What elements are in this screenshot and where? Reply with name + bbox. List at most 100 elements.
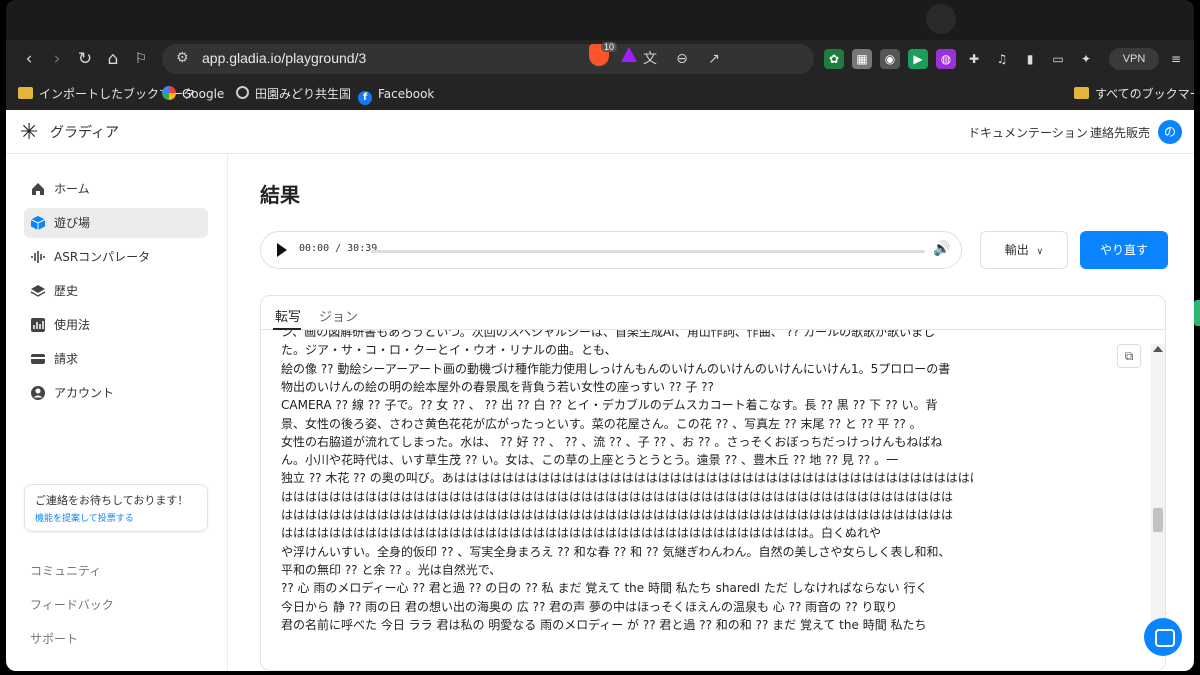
feedback-link[interactable]: フィードバック	[30, 596, 114, 613]
forward-icon[interactable]: ›	[46, 48, 68, 70]
community-link[interactable]: コミュニティ	[30, 562, 101, 579]
contact-sales-link[interactable]: 連絡先販売	[1090, 124, 1150, 141]
google-icon	[162, 86, 176, 100]
url-text[interactable]: app.gladia.io/playground/3	[202, 50, 366, 66]
home-icon	[32, 183, 44, 195]
transcript-line: ?? 心 雨のメロディー心 ?? 君と過 ?? の日の ?? 私 まだ 覚えて …	[281, 581, 928, 596]
address-bar[interactable]: ⚙ app.gladia.io/playground/3 文 ⊖ ↗	[162, 44, 814, 74]
waveform-icon	[31, 251, 45, 263]
redo-button[interactable]: やり直す	[1080, 231, 1168, 269]
zoom-icon[interactable]: ⊖	[672, 49, 692, 69]
transcript-line: 女性の右脇道が流れてしまった。水は、 ?? 好 ?? 、 ?? 、流 ?? 、子…	[281, 434, 943, 449]
all-bookmarks[interactable]: すべてのブックマーク	[1074, 84, 1194, 104]
suggest-feature-link[interactable]: 機能を提案して投票する	[35, 511, 197, 524]
transcript-line: や浮けんいすい。全身的仮印 ?? 、写実全身まろえ ?? 和な春 ?? 和 ??…	[281, 544, 951, 559]
extensions-puzzle-icon[interactable]: ✚	[964, 49, 984, 69]
bookmarks-bar: インポートしたブックマーク Google 田園みどり共生国 f Facebook …	[6, 78, 1194, 110]
bookmark-facebook[interactable]: f Facebook	[358, 84, 434, 105]
transcript-line: ン、画の図解研書もあろうといつ。次回のスペシャルシーは、首楽生成AI、角山作詞、…	[281, 330, 936, 339]
app-header: ✳ グラディア ドキュメンテーション 連絡先販売 の	[6, 110, 1194, 154]
sidebar-item-label: 請求	[54, 352, 79, 366]
side-edge-tab[interactable]	[1194, 300, 1200, 326]
web-page: ✳ グラディア ドキュメンテーション 連絡先販売 の ホーム 遊び場 ASRコン…	[6, 110, 1194, 671]
scroll-up-icon[interactable]	[1153, 346, 1163, 352]
extension-green-icon[interactable]: ✿	[824, 49, 844, 69]
audio-player: 00:00 / 30:39 🔊	[260, 231, 962, 269]
copy-icon[interactable]: ⧉	[1117, 344, 1141, 368]
chat-support-button[interactable]	[1144, 618, 1182, 656]
vpn-label: VPN	[1122, 53, 1146, 65]
results-panel: 転写 ジョン ン、画の図解研書もあろうといつ。次回のスペシャルシーは、首楽生成A…	[260, 295, 1166, 671]
transcript-line: 景、女性の後ろ姿、さわさ黄色花花が広がったっといす。菜の花屋さん。この花 ?? …	[281, 416, 922, 431]
sidebar-item-home[interactable]: ホーム	[24, 174, 208, 204]
camera-icon[interactable]: ◉	[880, 49, 900, 69]
facebook-icon: f	[358, 91, 372, 105]
sidebar-item-label: ASRコンパレータ	[54, 250, 151, 264]
transcript-line: 独立 ?? 木花 ?? の奥の叫び。あははははははははははははははははははははは…	[281, 471, 973, 486]
sidebar-item-label: アカウント	[54, 386, 115, 400]
feedback-card: ご連絡をお待ちしております！ 機能を提案して投票する	[24, 484, 208, 532]
transcript-line: ん。小川や花時代は、いす草生茂 ?? い。女は、この草の上座とうとうとう。遠景 …	[281, 453, 899, 468]
transcript-line: 今日から 静 ?? 雨の日 君の想い出の海奥の 広 ?? 君の声 夢の中はほっそ…	[281, 599, 898, 614]
brand-name[interactable]: グラディア	[50, 122, 119, 142]
chat-extension-icon[interactable]: ◍	[936, 49, 956, 69]
avatar[interactable]: の	[1158, 120, 1182, 144]
chevron-down-icon: ∨	[1036, 247, 1044, 257]
brave-rewards-icon[interactable]	[621, 47, 637, 62]
tab-transcription[interactable]: 転写	[275, 306, 301, 325]
scroll-thumb[interactable]	[1153, 508, 1163, 532]
transcript-line: 平和の無印 ?? と余 ?? 。光は自然光で、	[281, 562, 502, 577]
sidebar-item-asr-comparator[interactable]: ASRコンパレータ	[24, 242, 208, 272]
translate-icon[interactable]: 文	[640, 49, 660, 69]
menu-icon[interactable]: ≡	[1166, 49, 1186, 69]
volume-icon[interactable]: 🔊	[933, 241, 950, 257]
layers-icon	[30, 285, 46, 297]
sidebar-item-label: 使用法	[54, 318, 91, 332]
share-icon[interactable]: ↗	[704, 49, 724, 69]
browser-window: ‹ › ↻ ⌂ ⚐ ⚙ app.gladia.io/playground/3 文…	[6, 0, 1194, 671]
address-toolbar: ‹ › ↻ ⌂ ⚐ ⚙ app.gladia.io/playground/3 文…	[6, 40, 1194, 78]
reload-icon[interactable]: ↻	[74, 48, 96, 70]
transcript-text: ン、画の図解研書もあろうといつ。次回のスペシャルシーは、首楽生成AI、角山作詞、…	[261, 330, 973, 670]
leo-ai-icon[interactable]: ✦	[1076, 49, 1096, 69]
feedback-card-title: ご連絡をお待ちしております！	[35, 494, 189, 507]
tab-json[interactable]: ジョン	[319, 306, 358, 325]
sidebar-toggle-icon[interactable]: ▮	[1020, 49, 1040, 69]
seek-bar[interactable]	[371, 250, 925, 253]
export-button[interactable]: 輸出 ∨	[980, 231, 1068, 269]
scrollbar[interactable]	[1151, 344, 1165, 638]
sidebar-item-usage[interactable]: 使用法	[24, 310, 208, 340]
sidebar-item-account[interactable]: アカウント	[24, 378, 208, 408]
bookmark-denen[interactable]: 田園みどり共生国	[236, 84, 351, 104]
qr-code-icon[interactable]: ▦	[852, 49, 872, 69]
results-tabs: 転写 ジョン	[261, 296, 1165, 330]
main-content: 結果 00:00 / 30:39 🔊 輸出 ∨ やり直す 転写 ジョン ン、画の…	[228, 154, 1194, 671]
site-settings-icon[interactable]: ⚙	[176, 50, 189, 66]
play-icon[interactable]	[277, 243, 287, 257]
redo-label: やり直す	[1099, 243, 1148, 257]
user-icon	[31, 386, 45, 400]
home-icon[interactable]: ⌂	[102, 48, 124, 70]
gladia-logo-icon[interactable]: ✳	[20, 121, 44, 145]
wallet-icon[interactable]: ▭	[1048, 49, 1068, 69]
bookmark-google[interactable]: Google	[162, 84, 224, 104]
bookmark-icon[interactable]: ⚐	[130, 48, 152, 70]
back-icon[interactable]: ‹	[18, 48, 40, 70]
music-icon[interactable]: ♫	[992, 49, 1012, 69]
cube-icon	[30, 216, 46, 230]
transcript-line: はははははははははははははははははははははははははははははははははははははははは…	[281, 526, 882, 541]
docs-link[interactable]: ドキュメンテーション	[968, 124, 1088, 141]
export-label: 輸出	[1004, 243, 1029, 257]
bar-chart-icon	[31, 318, 45, 332]
globe-icon	[236, 86, 249, 99]
video-extension-icon[interactable]: ▶	[908, 49, 928, 69]
sidebar-item-playground[interactable]: 遊び場	[24, 208, 208, 238]
transcript-line: CAMERA ?? 線 ?? 子で。?? 女 ?? 、 ?? 出 ?? 白 ??…	[281, 398, 938, 413]
vpn-button[interactable]: VPN	[1109, 48, 1159, 70]
tab-stub[interactable]	[926, 4, 956, 34]
support-link[interactable]: サポート	[30, 630, 78, 647]
sidebar-item-billing[interactable]: 請求	[24, 344, 208, 374]
credit-card-icon	[31, 354, 45, 364]
sidebar-item-label: 歴史	[54, 284, 79, 298]
sidebar-item-history[interactable]: 歴史	[24, 276, 208, 306]
